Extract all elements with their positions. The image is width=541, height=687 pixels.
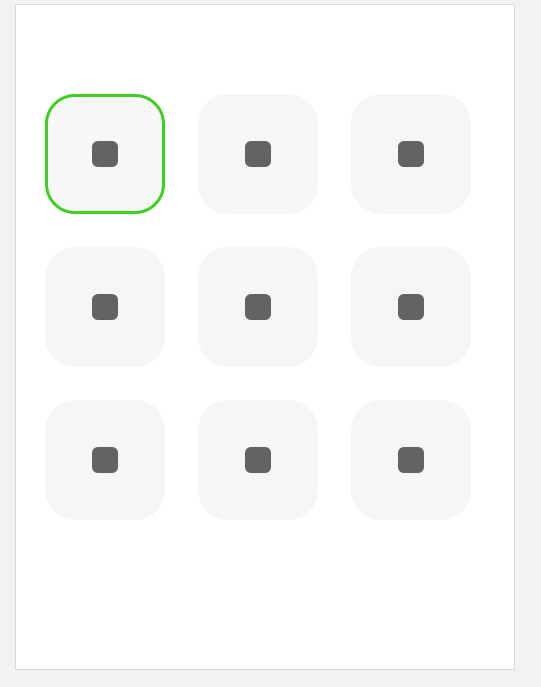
grid-tile-r3-c1[interactable] xyxy=(45,400,165,520)
grid-tile-r3-c2[interactable] xyxy=(198,400,318,520)
grid-tile-r2-c2[interactable] xyxy=(198,247,318,367)
square-dot-icon xyxy=(398,447,424,473)
square-dot-icon xyxy=(245,447,271,473)
square-dot-icon xyxy=(245,294,271,320)
grid-tile-r1-c1[interactable] xyxy=(45,94,165,214)
square-dot-icon xyxy=(398,294,424,320)
square-dot-icon xyxy=(92,294,118,320)
grid-panel xyxy=(15,4,515,670)
square-dot-icon xyxy=(398,141,424,167)
grid-tile-r3-c3[interactable] xyxy=(351,400,471,520)
tile-grid xyxy=(45,94,471,520)
square-dot-icon xyxy=(245,141,271,167)
square-dot-icon xyxy=(92,447,118,473)
grid-tile-r1-c3[interactable] xyxy=(351,94,471,214)
grid-tile-r2-c3[interactable] xyxy=(351,247,471,367)
grid-tile-r1-c2[interactable] xyxy=(198,94,318,214)
square-dot-icon xyxy=(92,141,118,167)
grid-tile-r2-c1[interactable] xyxy=(45,247,165,367)
